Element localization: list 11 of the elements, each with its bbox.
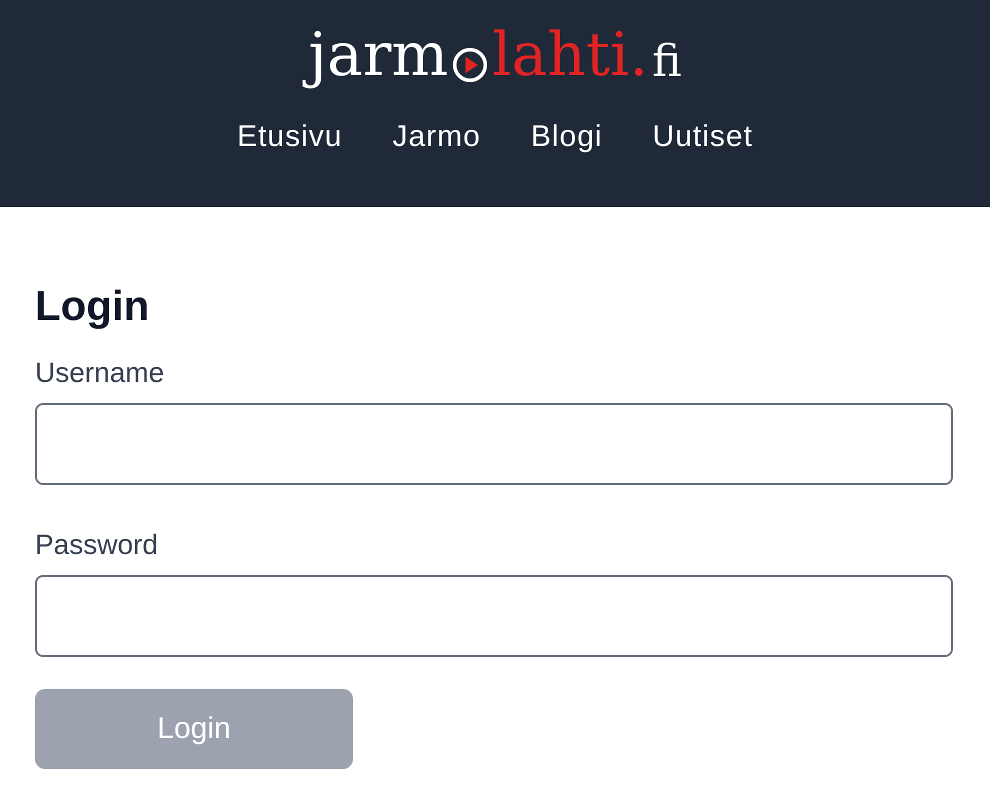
nav-link[interactable]: Etusivu <box>237 120 342 154</box>
input-field[interactable] <box>35 403 953 485</box>
logo-text[interactable]: fi <box>650 32 684 92</box>
play-icon <box>452 47 488 83</box>
nav-link[interactable]: Blogi <box>530 120 603 154</box>
input-field[interactable] <box>35 575 953 657</box>
field-label: Password <box>35 529 159 561</box>
page-title: Login <box>35 285 150 327</box>
field-label: Username <box>35 357 166 389</box>
nav-link[interactable]: Uutiset <box>652 120 753 154</box>
nav-link[interactable]: Jarmo <box>392 120 481 154</box>
